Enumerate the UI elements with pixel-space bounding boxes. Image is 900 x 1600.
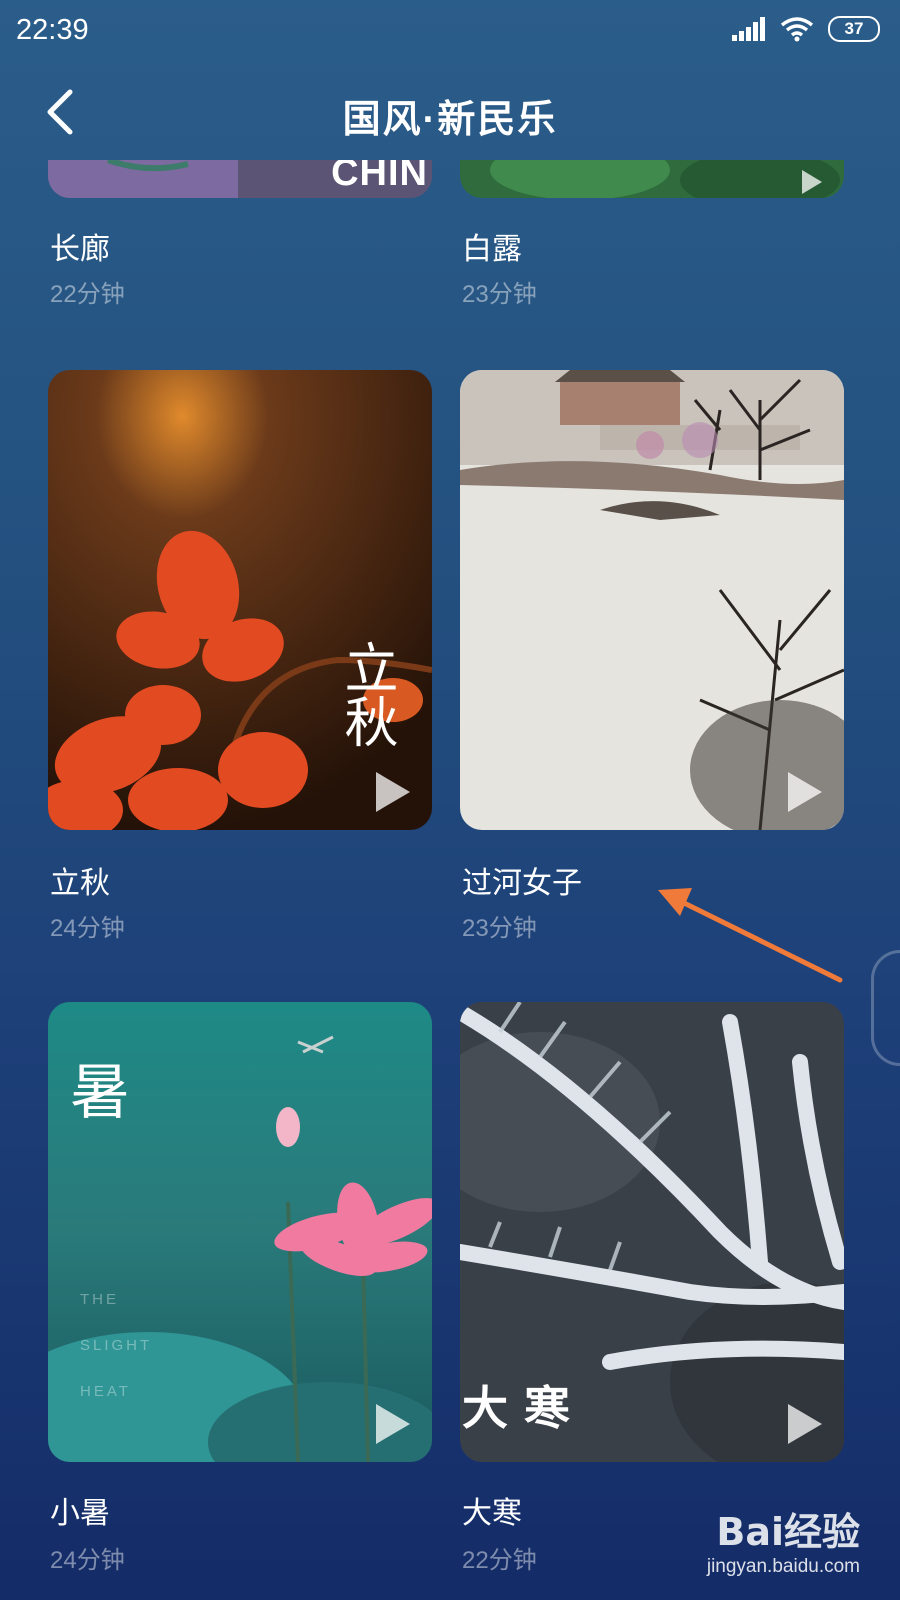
album-card-4[interactable]	[460, 370, 844, 830]
album-cover-4	[460, 370, 844, 830]
page-title: 国风·新民乐	[342, 99, 558, 141]
watermark-logo: Bai经验	[716, 1510, 860, 1554]
album-title: 过河女子	[462, 867, 582, 900]
status-icons: 37	[732, 16, 880, 42]
cover-subtext: THE SLIGHT HEAT	[80, 1277, 152, 1415]
app-header: 国风·新民乐	[0, 70, 900, 154]
cover-subtext-line: THE	[80, 1291, 119, 1308]
battery-icon: 37	[828, 16, 880, 42]
signal-icon	[732, 17, 765, 41]
cover-subtext-line: HEAT	[80, 1383, 131, 1400]
album-cover-2	[460, 160, 844, 198]
album-duration: 22分钟	[462, 1547, 537, 1574]
album-title: 白露	[462, 233, 522, 266]
play-icon[interactable]	[376, 772, 410, 812]
play-icon[interactable]	[376, 1404, 410, 1444]
play-icon[interactable]	[788, 1404, 822, 1444]
album-duration: 24分钟	[50, 1547, 125, 1574]
album-cover-3	[48, 370, 432, 830]
album-duration: 24分钟	[50, 915, 125, 942]
cover-text: CHIN	[331, 160, 428, 194]
album-card-1[interactable]: CHIN	[48, 160, 432, 198]
cover-text: 大 寒	[462, 1381, 571, 1435]
album-duration: 23分钟	[462, 281, 537, 308]
watermark-url: jingyan.baidu.com	[706, 1556, 860, 1577]
baidu-watermark: Bai经验 jingyan.baidu.com	[707, 1501, 860, 1578]
status-bar: 22:39 37	[0, 0, 900, 64]
album-title: 立秋	[50, 867, 110, 900]
play-icon[interactable]	[788, 772, 822, 812]
album-card-2[interactable]	[460, 160, 844, 198]
album-card-5[interactable]: 暑 THE SLIGHT HEAT	[48, 1002, 432, 1462]
cover-text: 暑	[70, 1058, 130, 1128]
album-title: 长廊	[50, 233, 110, 266]
wifi-icon	[780, 17, 814, 42]
play-icon[interactable]	[802, 170, 822, 194]
album-card-6[interactable]: 大 寒	[460, 1002, 844, 1462]
battery-level: 37	[844, 19, 864, 38]
edge-scroll-handle[interactable]	[871, 950, 900, 1066]
album-title: 小暑	[50, 1497, 110, 1530]
arrow-shaft	[675, 897, 843, 983]
status-time: 22:39	[16, 14, 89, 46]
album-card-3[interactable]: 立秋	[48, 370, 432, 830]
cover-subtext-line: SLIGHT	[80, 1337, 153, 1354]
annotation-arrow-icon	[658, 888, 843, 983]
album-duration: 22分钟	[50, 281, 125, 308]
album-title: 大寒	[462, 1497, 522, 1530]
album-duration: 23分钟	[462, 915, 537, 942]
cover-text: 立秋	[335, 640, 398, 748]
